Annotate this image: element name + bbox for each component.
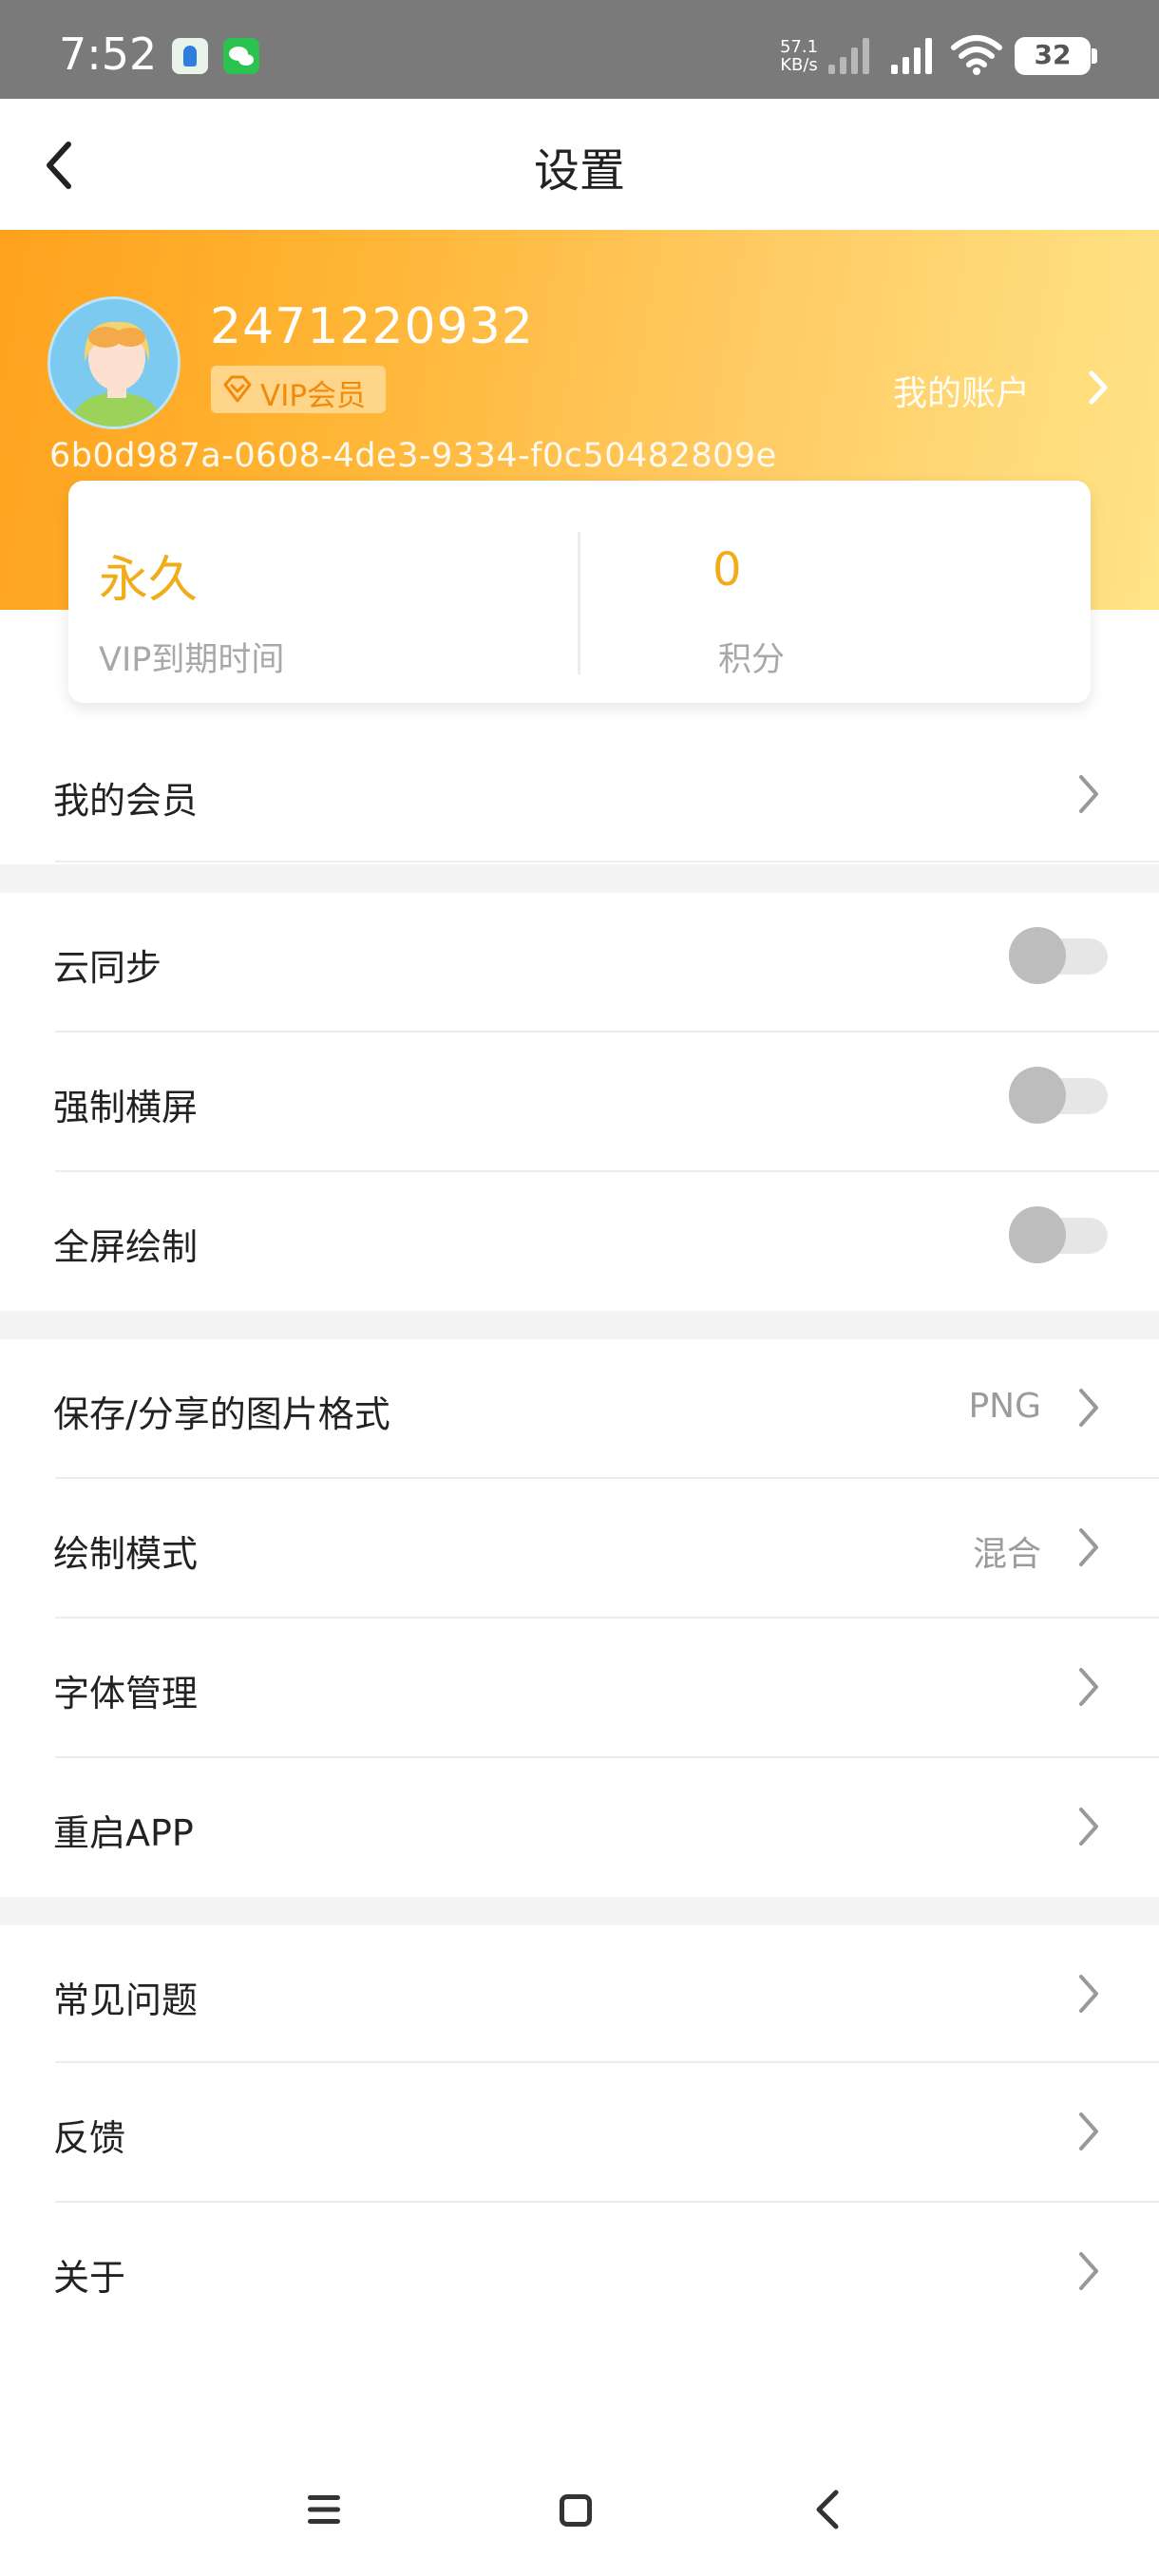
battery-tip — [1092, 48, 1097, 64]
toggle-knob — [1009, 1067, 1066, 1124]
settings-row-image-format[interactable]: 保存/分享的图片格式 PNG — [0, 1339, 1159, 1478]
chevron-right-icon — [1079, 775, 1098, 813]
row-label: 保存/分享的图片格式 — [53, 1393, 390, 1435]
section-divider — [0, 1311, 1159, 1339]
chevron-right-icon — [1079, 1528, 1098, 1566]
chevron-right-icon — [1079, 1975, 1098, 2013]
row-value: PNG — [968, 1387, 1041, 1426]
chevron-right-icon — [1079, 2252, 1098, 2290]
points-value: 0 — [712, 543, 742, 597]
chevron-right-icon — [1079, 1389, 1098, 1427]
chevron-right-icon — [1079, 2112, 1098, 2150]
settings-row-about[interactable]: 关于 — [0, 2203, 1159, 2341]
row-label: 云同步 — [53, 947, 162, 989]
wechat-icon — [223, 38, 259, 74]
network-speed-value: 57.1 — [779, 37, 819, 57]
settings-row-draw-mode[interactable]: 绘制模式 混合 — [0, 1479, 1159, 1618]
row-value: 混合 — [972, 1535, 1041, 1574]
row-label: 字体管理 — [53, 1673, 199, 1714]
battery-level: 32 — [1034, 39, 1072, 70]
settings-row-force-landscape[interactable]: 强制横屏 — [0, 1032, 1159, 1171]
settings-row-faq[interactable]: 常见问题 — [0, 1925, 1159, 2064]
row-label: 关于 — [53, 2257, 126, 2299]
signal-icon — [828, 38, 876, 74]
chevron-right-icon[interactable] — [1087, 369, 1110, 407]
row-label: 我的会员 — [53, 780, 199, 822]
vip-expiry-value: 永久 — [99, 552, 199, 609]
settings-row-fullscreen-draw[interactable]: 全屏绘制 — [0, 1172, 1159, 1311]
force-landscape-toggle[interactable] — [1009, 1067, 1108, 1124]
row-label: 强制横屏 — [53, 1087, 199, 1128]
row-label: 重启APP — [53, 1812, 194, 1854]
page-title: 设置 — [533, 144, 625, 198]
row-label: 全屏绘制 — [53, 1226, 199, 1268]
my-account-link[interactable]: 我的账户 — [893, 366, 1030, 415]
points-label: 积分 — [718, 641, 786, 679]
section-divider — [0, 1897, 1159, 1925]
network-speed: 57.1 KB/s — [775, 38, 823, 74]
settings-row-membership[interactable]: 我的会员 — [0, 726, 1159, 862]
chevron-right-icon — [1079, 1808, 1098, 1846]
toggle-knob — [1009, 927, 1066, 984]
signal-icon — [891, 38, 939, 74]
vip-badge-label: VIP会员 — [260, 379, 367, 413]
vip-badge: VIP会员 — [211, 366, 386, 413]
toggle-knob — [1009, 1206, 1066, 1263]
row-divider — [55, 861, 1159, 862]
device-id: 6b0d987a-0608-4de3-9334-f0c50482809e — [49, 437, 777, 475]
settings-row-font-management[interactable]: 字体管理 — [0, 1619, 1159, 1757]
home-icon[interactable] — [560, 2494, 592, 2527]
row-label: 反馈 — [53, 2117, 126, 2159]
avatar-icon — [50, 299, 178, 426]
maps-icon — [172, 38, 208, 74]
row-label: 常见问题 — [53, 1979, 199, 2021]
network-speed-unit: KB/s — [780, 55, 818, 75]
stats-card: 永久 VIP到期时间 0 积分 — [68, 481, 1091, 703]
settings-row-restart-app[interactable]: 重启APP — [0, 1758, 1159, 1897]
section-divider — [0, 864, 1159, 893]
back-icon[interactable] — [813, 2489, 842, 2530]
settings-row-cloud-sync[interactable]: 云同步 — [0, 893, 1159, 1032]
status-bar: 7:52 57.1 KB/s 32 — [0, 0, 1159, 99]
chevron-right-icon — [1079, 1668, 1098, 1706]
avatar[interactable] — [48, 296, 180, 429]
settings-row-feedback[interactable]: 反馈 — [0, 2063, 1159, 2202]
diamond-icon — [223, 375, 252, 403]
menu-icon[interactable] — [306, 2493, 342, 2526]
cloud-sync-toggle[interactable] — [1009, 927, 1108, 984]
wifi-icon — [951, 35, 1002, 75]
row-label: 绘制模式 — [53, 1533, 199, 1575]
status-time: 7:52 — [59, 28, 158, 80]
vip-expiry-label: VIP到期时间 — [99, 641, 285, 679]
username: 2471220932 — [210, 298, 534, 355]
stats-divider — [578, 532, 580, 674]
fullscreen-draw-toggle[interactable] — [1009, 1206, 1108, 1263]
